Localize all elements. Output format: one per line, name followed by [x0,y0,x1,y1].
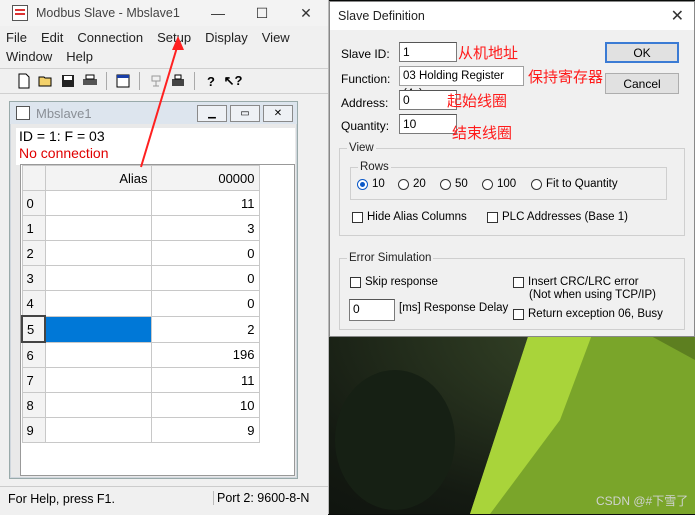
hide-alias-label: Hide Alias Columns [367,211,467,223]
plc-addresses-checkbox[interactable]: PLC Addresses (Base 1) [487,211,628,223]
checkbox-box [513,308,524,320]
function-label: Function: [341,72,391,86]
slave-id-input[interactable]: 1 [399,42,457,62]
rows-radio-fit[interactable]: Fit to Quantity [531,178,618,190]
insert-crc-checkbox[interactable]: Insert CRC/LRC error [513,276,639,288]
view-group-title: View [347,142,376,154]
checkbox-box [487,211,498,223]
rows-option-label: Fit to Quantity [546,178,618,190]
rows-option-label: 20 [413,178,426,190]
response-delay-input[interactable]: 0 [349,299,395,321]
return-exception-checkbox[interactable]: Return exception 06, Busy [513,308,663,320]
checkbox-box [350,276,361,288]
ok-button[interactable]: OK [605,42,679,63]
annotation-slave-address: 从机地址 [458,44,519,62]
watermark: CSDN @#下雪了 [596,494,689,508]
rows-group-title: Rows [358,161,391,173]
radio-indicator [531,178,542,190]
return-exception-label: Return exception 06, Busy [528,308,663,320]
annotation-end-coil: 结束线圈 [452,124,513,142]
rows-radio-100[interactable]: 100 [482,178,516,190]
radio-indicator [482,178,493,190]
plc-addresses-label: PLC Addresses (Base 1) [502,211,628,223]
insert-crc-label: Insert CRC/LRC error [528,276,639,288]
rows-option-label: 50 [455,178,468,190]
response-delay-label: [ms] Response Delay [399,302,509,314]
radio-indicator [440,178,451,190]
hide-alias-checkbox[interactable]: Hide Alias Columns [352,211,467,223]
insert-crc-note: (Not when using TCP/IP) [529,289,656,301]
slave-id-label: Slave ID: [341,47,390,61]
skip-response-label: Skip response [365,276,438,288]
rows-radio-10[interactable]: 10 [357,178,385,190]
function-select[interactable]: 03 Holding Register (4x) [399,66,524,100]
rows-radio-20[interactable]: 20 [398,178,426,190]
dialog-title: Slave Definition [338,9,425,23]
annotation-holding-register: 保持寄存器 [528,68,604,86]
quantity-label: Quantity: [341,119,390,133]
cancel-button[interactable]: Cancel [605,73,679,94]
checkbox-box [513,276,524,288]
dialog-close-button[interactable]: ✕ [671,6,684,26]
annotation-start-coil: 起始线圈 [447,92,508,110]
rows-option-label: 100 [497,178,517,190]
slave-definition-dialog: Slave Definition ✕ Slave ID: 1 从机地址 Func… [329,1,695,337]
skip-response-checkbox[interactable]: Skip response [350,276,438,288]
radio-indicator [398,178,409,190]
dialog-titlebar[interactable]: Slave Definition ✕ [330,2,694,30]
rows-radio-50[interactable]: 50 [440,178,468,190]
quantity-input[interactable]: 10 [399,114,457,134]
radio-indicator [357,178,368,190]
error-simulation-title: Error Simulation [347,252,434,264]
checkbox-box [352,211,363,223]
address-label: Address: [341,96,389,110]
rows-option-label: 10 [372,178,385,190]
